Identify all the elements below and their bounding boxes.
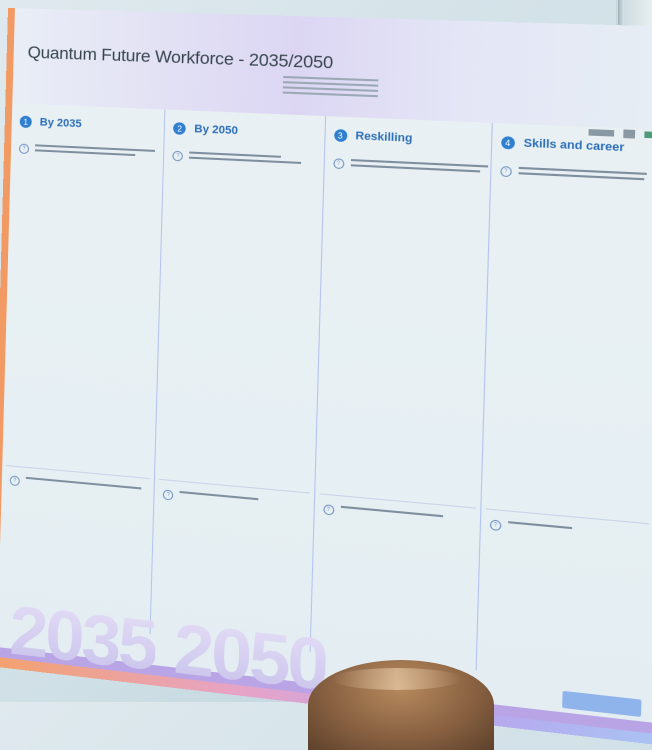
question-prompt: ? [18, 143, 161, 161]
column-by-2035: 1 By 2035 ? ? [0, 103, 166, 635]
column-reskilling: 3 Reskilling ? ? [310, 116, 493, 671]
column-title: By 2035 [39, 116, 82, 131]
board-description-lines [282, 75, 379, 98]
column-title: Skills and career [523, 137, 625, 155]
year-watermark: 2035 [8, 590, 157, 686]
question-prompt: ? [489, 519, 651, 545]
question-icon: ? [18, 143, 30, 155]
question-prompt: ? [500, 165, 652, 184]
column-by-2050: 2 By 2050 ? ? [150, 109, 326, 652]
column-number-badge: 3 [333, 128, 347, 143]
column-title: By 2050 [194, 123, 239, 138]
question-icon: ? [172, 150, 184, 162]
question-prompt: ? [172, 150, 321, 168]
column-title: Reskilling [355, 129, 413, 145]
column-number-badge: 4 [500, 136, 515, 150]
question-icon: ? [322, 504, 334, 516]
year-watermark: 2050 [172, 608, 328, 706]
question-prompt: ? [9, 475, 152, 498]
question-icon: ? [162, 489, 174, 501]
column-number-badge: 1 [19, 115, 32, 129]
projected-board: Quantum Future Workforce - 2035/2050 1 B… [0, 8, 652, 735]
question-icon: ? [500, 165, 512, 178]
question-icon: ? [332, 158, 344, 170]
hair-highlight [332, 668, 462, 690]
column-skills-and-career: 4 Skills and career ? ? [476, 123, 652, 690]
column-number-badge: 2 [173, 122, 187, 135]
question-prompt: ? [332, 158, 488, 176]
question-icon: ? [9, 475, 20, 487]
question-prompt: ? [322, 504, 477, 529]
board-footer-button [562, 690, 642, 718]
question-icon: ? [489, 519, 502, 532]
board-title: Quantum Future Workforce - 2035/2050 [27, 42, 334, 73]
question-prompt: ? [162, 489, 311, 513]
